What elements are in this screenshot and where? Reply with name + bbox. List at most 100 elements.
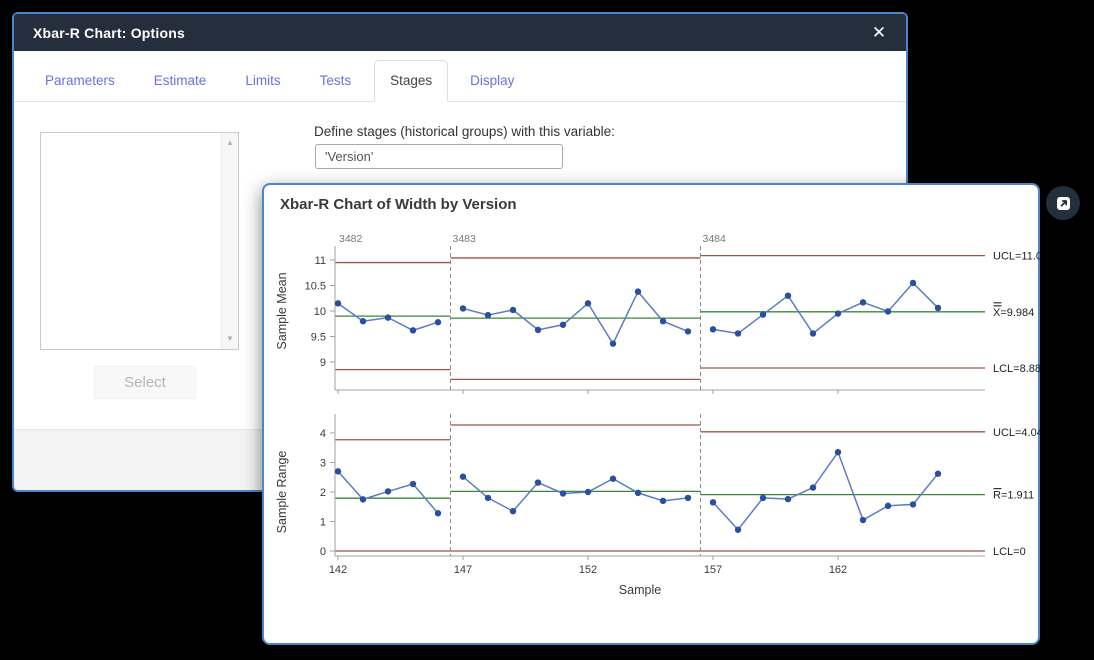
listbox-scrollbar[interactable]: ▲ ▼ bbox=[221, 133, 238, 349]
data-point bbox=[860, 299, 866, 305]
chart-title: Xbar-R Chart of Width by Version bbox=[280, 196, 517, 213]
data-point bbox=[660, 318, 666, 324]
data-point bbox=[885, 503, 891, 509]
chart-window: Xbar-R Chart of Width by Version 3482348… bbox=[262, 183, 1040, 645]
data-point bbox=[710, 326, 716, 332]
data-point bbox=[510, 307, 516, 313]
data-point bbox=[735, 330, 741, 336]
data-point bbox=[385, 488, 391, 494]
dialog-title-bar[interactable]: Xbar-R Chart: Options ✕ bbox=[14, 14, 906, 51]
stage-label: 3483 bbox=[453, 233, 477, 245]
limit-label: R=1.911 bbox=[993, 490, 1034, 502]
limit-label: UCL=4.04079 bbox=[993, 427, 1040, 439]
data-point bbox=[860, 517, 866, 523]
data-point bbox=[785, 496, 791, 502]
data-point bbox=[435, 319, 441, 325]
y-tick-label: 2 bbox=[320, 487, 326, 499]
data-point bbox=[360, 318, 366, 324]
screen: Xbar-R Chart: Options ✕ Parameters Estima… bbox=[0, 0, 1094, 660]
close-button[interactable]: ✕ bbox=[864, 18, 894, 48]
limit-label: LCL=8.88173 bbox=[993, 363, 1040, 375]
data-point bbox=[610, 340, 616, 346]
select-button[interactable]: Select bbox=[94, 366, 196, 399]
data-point bbox=[760, 495, 766, 501]
data-point bbox=[435, 510, 441, 516]
data-point bbox=[635, 490, 641, 496]
data-point bbox=[935, 471, 941, 477]
open-in-new-icon bbox=[1054, 194, 1073, 213]
data-point bbox=[685, 495, 691, 501]
x-tick-label: 152 bbox=[579, 564, 597, 576]
data-point bbox=[910, 280, 916, 286]
data-point bbox=[910, 501, 916, 507]
data-point bbox=[685, 328, 691, 334]
data-point bbox=[810, 330, 816, 336]
data-point bbox=[410, 327, 416, 333]
x-tick-label: 142 bbox=[329, 564, 347, 576]
tab-stages[interactable]: Stages bbox=[374, 60, 448, 102]
y-tick-label: 9 bbox=[320, 357, 326, 369]
y-tick-label: 4 bbox=[320, 428, 326, 440]
data-point bbox=[560, 490, 566, 496]
y-tick-label: 10 bbox=[314, 306, 326, 318]
data-point bbox=[485, 495, 491, 501]
data-point bbox=[335, 300, 341, 306]
data-line bbox=[463, 477, 688, 512]
data-point bbox=[485, 312, 491, 318]
data-point bbox=[760, 311, 766, 317]
data-point bbox=[335, 468, 341, 474]
data-point bbox=[385, 314, 391, 320]
stage-variable-input[interactable] bbox=[315, 144, 563, 169]
stage-label: 3484 bbox=[703, 233, 727, 245]
data-point bbox=[510, 508, 516, 514]
scroll-up-icon[interactable]: ▲ bbox=[222, 136, 238, 150]
y-axis-title: Sample Range bbox=[275, 451, 289, 534]
y-tick-label: 10.5 bbox=[305, 281, 326, 293]
data-point bbox=[535, 479, 541, 485]
tab-display[interactable]: Display bbox=[469, 60, 515, 101]
data-point bbox=[935, 305, 941, 311]
y-tick-label: 11 bbox=[315, 255, 326, 267]
data-point bbox=[410, 481, 416, 487]
tab-parameters[interactable]: Parameters bbox=[44, 60, 116, 101]
limit-label: LCL=0 bbox=[993, 546, 1026, 558]
data-point bbox=[610, 476, 616, 482]
data-point bbox=[585, 489, 591, 495]
dialog-title: Xbar-R Chart: Options bbox=[33, 25, 185, 41]
limit-label: UCL=11.0863 bbox=[993, 251, 1040, 263]
data-point bbox=[535, 327, 541, 333]
data-point bbox=[660, 498, 666, 504]
limit-label: X=9.984 bbox=[993, 307, 1034, 319]
variables-listbox[interactable]: ▲ ▼ bbox=[40, 132, 239, 350]
y-axis-title: Sample Mean bbox=[275, 272, 289, 349]
data-point bbox=[360, 496, 366, 502]
close-icon: ✕ bbox=[872, 23, 886, 43]
y-tick-label: 3 bbox=[320, 458, 326, 470]
define-stages-label: Define stages (historical groups) with t… bbox=[314, 124, 615, 139]
data-point bbox=[810, 484, 816, 490]
data-point bbox=[735, 527, 741, 533]
xbar-chart: 34823483348499.51010.511UCL=11.0863X=9.9… bbox=[275, 233, 1040, 394]
data-point bbox=[635, 288, 641, 294]
control-charts-plot: 34823483348499.51010.511UCL=11.0863X=9.9… bbox=[262, 183, 1040, 645]
tab-limits[interactable]: Limits bbox=[244, 60, 281, 101]
tab-tests[interactable]: Tests bbox=[319, 60, 353, 101]
data-line bbox=[713, 283, 938, 333]
x-tick-label: 157 bbox=[704, 564, 722, 576]
data-line bbox=[713, 452, 938, 530]
scroll-down-icon[interactable]: ▼ bbox=[222, 332, 238, 346]
data-point bbox=[835, 310, 841, 316]
data-point bbox=[585, 300, 591, 306]
tab-bar: Parameters Estimate Limits Tests Stages Displ… bbox=[14, 51, 906, 102]
data-point bbox=[460, 473, 466, 479]
data-point bbox=[710, 499, 716, 505]
r-chart: 01234142147152157162UCL=4.04079R=1.911LC… bbox=[275, 414, 1040, 597]
stage-label: 3482 bbox=[339, 233, 363, 245]
data-point bbox=[560, 322, 566, 328]
open-in-new-window-button[interactable] bbox=[1046, 186, 1080, 220]
tab-estimate[interactable]: Estimate bbox=[153, 60, 208, 101]
y-tick-label: 1 bbox=[320, 517, 326, 529]
x-tick-label: 147 bbox=[454, 564, 472, 576]
x-tick-label: 162 bbox=[829, 564, 847, 576]
x-axis-title: Sample bbox=[619, 583, 661, 597]
